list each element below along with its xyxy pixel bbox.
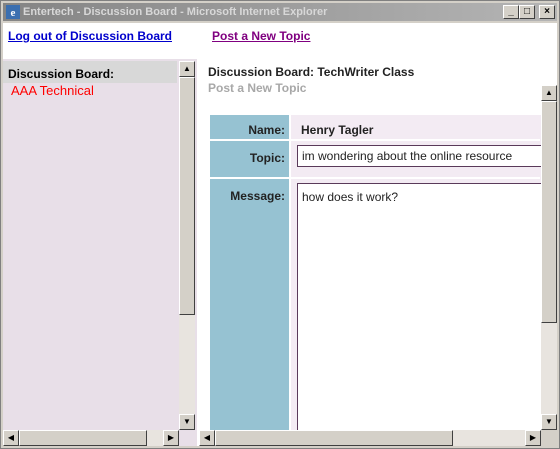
- main-frame: Discussion Board: TechWriter Class Post …: [199, 59, 557, 446]
- ie-icon: e: [6, 5, 20, 19]
- post-new-topic-link[interactable]: Post a New Topic: [212, 29, 310, 43]
- svg-text:e: e: [11, 7, 16, 19]
- scroll-thumb[interactable]: [215, 430, 453, 446]
- logout-link[interactable]: Log out of Discussion Board: [8, 29, 172, 43]
- top-navigation: Log out of Discussion Board Post a New T…: [3, 23, 557, 57]
- arrow-right-icon: ▶: [529, 433, 537, 442]
- arrow-down-icon: ▼: [183, 417, 191, 426]
- arrow-left-icon: ◀: [203, 433, 211, 442]
- scroll-down-button[interactable]: ▼: [179, 414, 195, 430]
- topic-label: Topic:: [249, 151, 285, 165]
- topic-input[interactable]: im wondering about the online resource: [297, 145, 547, 167]
- name-value: Henry Tagler: [301, 123, 374, 137]
- browser-window: e Entertech - Discussion Board - Microso…: [0, 0, 560, 449]
- arrow-up-icon: ▲: [545, 88, 553, 97]
- scroll-left-button[interactable]: ◀: [3, 430, 19, 446]
- minimize-button[interactable]: _: [503, 5, 519, 19]
- close-icon: ×: [544, 6, 550, 17]
- scroll-down-button[interactable]: ▼: [541, 414, 557, 430]
- arrow-up-icon: ▲: [183, 64, 191, 73]
- message-label: Message:: [230, 189, 285, 203]
- scroll-left-button[interactable]: ◀: [199, 430, 215, 446]
- row-divider: [210, 139, 540, 141]
- left-vertical-scrollbar[interactable]: ▲ ▼: [179, 61, 195, 430]
- left-frame: Discussion Board: AAA Technical ▲ ▼ ◀ ▶: [3, 59, 197, 446]
- arrow-left-icon: ◀: [7, 433, 15, 442]
- main-horizontal-scrollbar[interactable]: ◀ ▶: [199, 430, 541, 446]
- row-divider: [210, 177, 540, 179]
- board-link-aaa-technical[interactable]: AAA Technical: [11, 83, 94, 98]
- scroll-right-button[interactable]: ▶: [163, 430, 179, 446]
- scroll-up-button[interactable]: ▲: [541, 85, 557, 101]
- maximize-button[interactable]: □: [519, 5, 535, 19]
- scroll-thumb[interactable]: [541, 101, 557, 323]
- scroll-thumb[interactable]: [19, 430, 147, 446]
- maximize-icon: □: [523, 6, 531, 17]
- scrollbar-corner: [541, 430, 557, 446]
- arrow-down-icon: ▼: [545, 417, 553, 426]
- minimize-icon: _: [508, 6, 514, 17]
- scroll-thumb[interactable]: [179, 77, 195, 315]
- name-label: Name:: [248, 123, 285, 137]
- window-title: Entertech - Discussion Board - Microsoft…: [23, 6, 328, 18]
- left-horizontal-scrollbar[interactable]: ◀ ▶: [3, 430, 179, 446]
- message-textarea[interactable]: how does it work?: [297, 183, 547, 446]
- board-list-heading: Discussion Board:: [8, 67, 115, 81]
- arrow-right-icon: ▶: [167, 433, 175, 442]
- main-vertical-scrollbar[interactable]: ▲ ▼: [541, 85, 557, 430]
- title-bar[interactable]: e Entertech - Discussion Board - Microso…: [3, 3, 557, 21]
- browser-client: Log out of Discussion Board Post a New T…: [3, 23, 557, 446]
- close-button[interactable]: ×: [539, 5, 555, 19]
- board-title: Discussion Board: TechWriter Class: [208, 65, 415, 79]
- form-label-column: Name: Topic: Message:: [210, 115, 289, 430]
- scroll-right-button[interactable]: ▶: [525, 430, 541, 446]
- scroll-up-button[interactable]: ▲: [179, 61, 195, 77]
- page-subtitle: Post a New Topic: [208, 81, 307, 95]
